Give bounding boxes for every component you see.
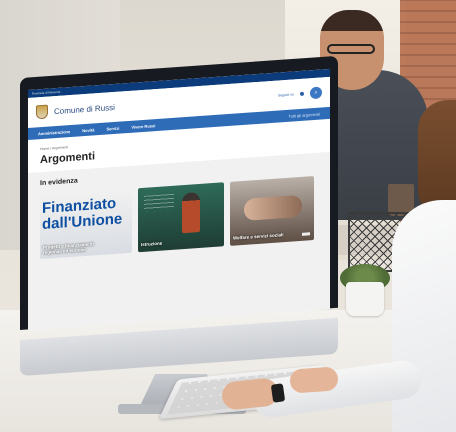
hand	[289, 366, 339, 394]
card-list: Finanziato dall'Unione Progetti e finanz…	[40, 176, 318, 260]
card-istruzione[interactable]: Istruzione	[138, 182, 224, 253]
nav-item-all-topics[interactable]: Tutti gli argomenti	[288, 111, 320, 118]
card-finanziamenti[interactable]: Finanziato dall'Unione Progetti e finanz…	[40, 188, 132, 260]
crest-icon	[36, 104, 48, 120]
nav-item-novita[interactable]: Novità	[82, 127, 94, 133]
teacher-figure	[182, 191, 200, 234]
office-scene: Provincia di Ravenna Comune di Russi Seg…	[0, 0, 456, 432]
plant-pot	[346, 282, 384, 316]
card-label: Istruzione	[141, 240, 163, 248]
imac: Provincia di Ravenna Comune di Russi Seg…	[20, 55, 338, 414]
glasses	[327, 44, 375, 54]
header-right: Seguici su ⌕	[278, 86, 322, 101]
nav-item-vivere-russi[interactable]: Vivere Russi	[131, 123, 155, 130]
search-icon[interactable]: ⌕	[310, 86, 322, 100]
banner-line-2: dall'Unione	[42, 210, 123, 234]
nav-item-amministrazione[interactable]: Amministrazione	[38, 129, 70, 136]
monitor-screen: Provincia di Ravenna Comune di Russi Seg…	[28, 68, 330, 330]
featured-section: In evidenza Finanziato dall'Unione Proge…	[28, 151, 330, 330]
chalkboard-lines	[144, 193, 174, 212]
site-title[interactable]: Comune di Russi	[54, 102, 115, 115]
top-bar-label: Provincia di Ravenna	[32, 89, 61, 96]
nav-item-servizi[interactable]: Servizi	[106, 125, 119, 131]
card-label: Progetti e finanziamenti regionali ed eu…	[43, 241, 94, 255]
card-banner-text: Finanziato dall'Unione	[42, 195, 122, 233]
watch	[270, 383, 286, 403]
card-label: Welfare e servizi sociali	[233, 232, 284, 241]
follow-label: Seguici su	[277, 92, 294, 98]
card-welfare[interactable]: Welfare e servizi sociali	[230, 176, 314, 246]
arrow-icon	[302, 232, 310, 236]
social-icon[interactable]	[300, 91, 304, 96]
hands-image	[244, 194, 302, 221]
